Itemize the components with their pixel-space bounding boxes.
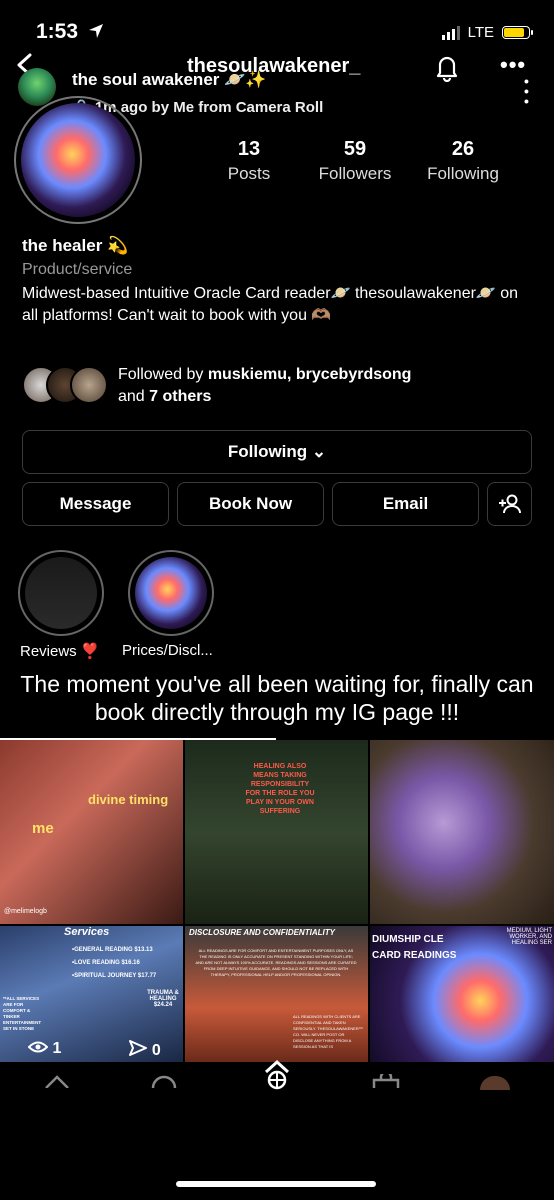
shares-count: 0 [151, 1042, 161, 1059]
post-2-neon-text: HEALING ALSO MEANS TAKING RESPONSIBILITY… [245, 763, 315, 815]
book-now-button[interactable]: Book Now [177, 482, 324, 526]
home-indicator [176, 1181, 376, 1187]
posts-grid: divine timing me @melimelogb HEALING ALS… [0, 740, 554, 1062]
followed-by-others: 7 others [149, 388, 212, 405]
stat-followers-label: Followers [318, 164, 392, 183]
views-stat[interactable]: 1 [27, 1040, 62, 1060]
following-button[interactable]: Following ⌄ [22, 430, 532, 474]
stat-posts[interactable]: 13 Posts [204, 138, 294, 184]
signal-icon [441, 25, 460, 40]
follower-avatar-3[interactable] [70, 366, 108, 404]
followed-by-names: muskiemu, brycebyrdsong [207, 366, 412, 383]
highlight-prices[interactable] [128, 550, 214, 636]
post-4-lines: •GENERAL READING $13.13 •LOVE READING $1… [72, 944, 182, 983]
stat-followers-value: 59 [343, 138, 367, 160]
reels-tab-icon[interactable] [262, 1058, 292, 1090]
views-count: 1 [52, 1040, 62, 1057]
post-4-title: Services [64, 926, 110, 938]
network-label: LTE [467, 24, 494, 41]
add-user-button[interactable] [487, 482, 532, 526]
stat-followers[interactable]: 59 Followers [310, 138, 400, 184]
post-4-line-3: •SPIRITUAL JOURNEY $17.77 [72, 973, 157, 979]
send-icon [129, 1040, 148, 1056]
bio-category: Product/service [22, 261, 133, 278]
highlight-reviews-label: Reviews ❣️ [20, 643, 100, 660]
followed-by-and: and [118, 388, 150, 405]
story-title: the soul awakener 🪐✨ [72, 70, 267, 89]
stat-following-value: 26 [451, 138, 475, 160]
post-tile-5[interactable]: DISCLOSURE AND CONFIDENTIALITY ALL READI… [185, 926, 368, 1062]
profile-avatar[interactable] [14, 96, 142, 224]
shop-tab-icon[interactable] [372, 1074, 400, 1088]
stat-posts-label: Posts [227, 164, 271, 183]
story-more-icon[interactable]: • • • [524, 74, 529, 108]
story-view-stats[interactable]: 1 0 [27, 1040, 161, 1060]
message-button[interactable]: Message [22, 482, 169, 526]
profile-tab-avatar[interactable] [480, 1076, 510, 1090]
post-tile-3[interactable] [370, 740, 554, 924]
post-4-badge: TRAUMA & HEALING $24.24 [147, 990, 179, 1008]
post-5-title: DISCLOSURE AND CONFIDENTIALITY [189, 928, 335, 937]
eye-icon [27, 1041, 49, 1053]
bio-text: Midwest-based Intuitive Oracle Card read… [22, 285, 519, 324]
post-6-right-text: MEDIUM, LIGHT WORKER, AND HEALING SER [506, 928, 552, 946]
highlight-reviews[interactable] [18, 550, 104, 636]
search-tab-icon[interactable] [150, 1074, 178, 1088]
add-user-icon [498, 494, 521, 514]
stat-following-label: Following [427, 164, 499, 183]
followed-by-prefix: Followed by [118, 366, 208, 383]
post-1-handle: @melimelogb [4, 908, 47, 915]
post-tile-2[interactable]: HEALING ALSO MEANS TAKING RESPONSIBILITY… [185, 740, 368, 924]
shares-stat[interactable]: 0 [129, 1040, 161, 1060]
post-4-line-1: •GENERAL READING $13.13 [72, 947, 153, 953]
post-tile-1[interactable]: divine timing me @melimelogb [0, 740, 183, 924]
story-author-avatar[interactable] [18, 68, 56, 106]
post-5-body2: ALL READINGS WITH CLIENTS ARE CONFIDENTI… [293, 1014, 363, 1049]
home-tab-icon[interactable] [44, 1074, 70, 1088]
status-time: 1:53 [36, 20, 104, 44]
post-1-text-me: me [32, 820, 54, 837]
email-button[interactable]: Email [332, 482, 479, 526]
post-tile-6[interactable]: DIUMSHIP CLE CARD READINGS MEDIUM, LIGHT… [370, 926, 554, 1062]
stat-following[interactable]: 26 Following [418, 138, 508, 184]
stat-posts-value: 13 [237, 138, 261, 160]
post-6-left-text: DIUMSHIP CLE CARD READINGS [372, 934, 457, 961]
story-caption: The moment you've all been waiting for, … [20, 671, 534, 725]
post-4-note: **ALL SERVICES ARE FOR COMFORT & TINKER … [3, 996, 42, 1031]
post-1-text-divine: divine timing [88, 792, 169, 807]
post-4-line-2: •LOVE READING $16.16 [72, 960, 140, 966]
bio-name: the healer 💫 [22, 236, 129, 255]
post-5-body: ALL READINGS ARE FOR COMFORT AND ENTERTA… [195, 948, 357, 977]
followed-by-text[interactable]: Followed by muskiemu, brycebyrdsong and … [118, 364, 411, 408]
status-indicators: LTE [441, 24, 533, 41]
battery-icon [502, 26, 533, 39]
more-options-icon[interactable]: ••• [500, 52, 526, 78]
location-arrow-icon [88, 24, 103, 38]
highlight-prices-label: Prices/Discl... [122, 642, 213, 659]
bell-icon[interactable] [432, 52, 462, 82]
